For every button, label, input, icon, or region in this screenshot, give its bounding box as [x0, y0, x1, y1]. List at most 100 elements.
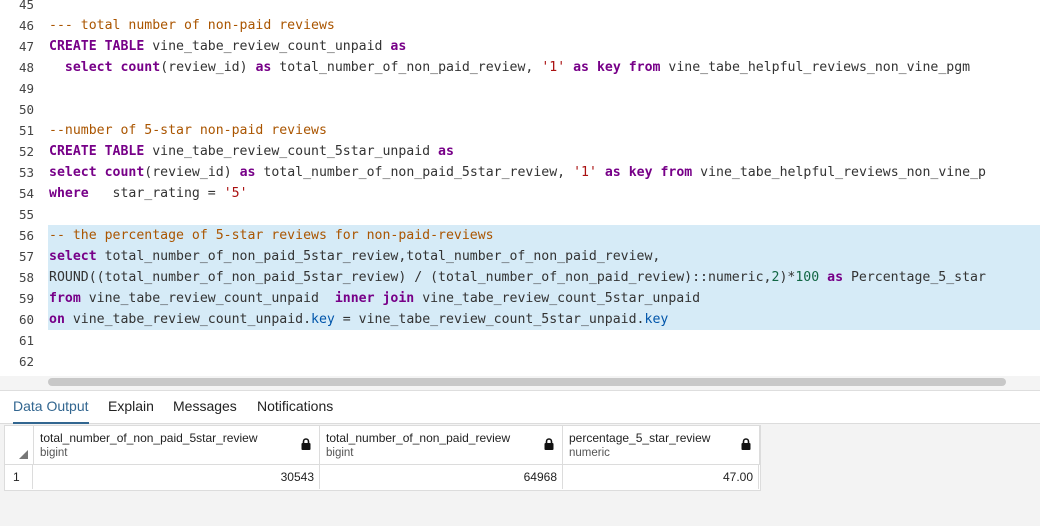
code-line[interactable]: 52 CREATE TABLE vine_tabe_review_count_5s… [0, 141, 1040, 162]
tab-messages[interactable]: Messages [173, 391, 237, 422]
grid-corner[interactable] [5, 426, 34, 465]
code-line[interactable]: 55 [0, 204, 1040, 225]
code-token: as [438, 144, 454, 159]
code-text[interactable] [48, 78, 1040, 99]
line-number: 51 [18, 123, 34, 138]
code-text[interactable]: select total_number_of_non_paid_5star_re… [48, 246, 1040, 267]
code-text[interactable]: -- the percentage of 5-star reviews for … [48, 225, 1040, 246]
code-line[interactable]: 56 -- the percentage of 5-star reviews fo… [0, 225, 1040, 246]
code-line[interactable]: 57 select total_number_of_non_paid_5star_… [0, 246, 1040, 267]
code-text[interactable] [48, 204, 1040, 225]
code-line[interactable]: 45 [0, 0, 1040, 15]
table-cell[interactable]: 47.00 [563, 465, 759, 489]
code-text[interactable]: from vine_tabe_review_count_unpaid inner… [48, 288, 1040, 309]
code-token: '5' [223, 186, 248, 201]
code-token: vine_tabe_review_count_unpaid [144, 39, 391, 54]
code-token: -- the percentage of 5-star reviews for … [49, 228, 494, 243]
code-text[interactable]: --- total number of non-paid reviews [48, 15, 1040, 36]
code-token: select [49, 249, 97, 264]
code-token: star_rating = [88, 186, 224, 201]
code-text[interactable] [48, 330, 1040, 351]
results-grid: total_number_of_non_paid_5star_review bi… [4, 425, 761, 491]
code-token: vine_tabe_helpful_reviews_non_vine_pgm [660, 60, 971, 75]
column-header-total-number-of-non-paid-review[interactable]: total_number_of_non_paid_review bigint [320, 426, 563, 465]
tab-notifications[interactable]: Notifications [257, 391, 333, 422]
line-number: 54 [18, 186, 34, 201]
code-text[interactable]: on vine_tabe_review_count_unpaid.key = v… [48, 309, 1040, 330]
code-line[interactable]: 58 ROUND((total_number_of_non_paid_5star_… [0, 267, 1040, 288]
code-text[interactable]: CREATE TABLE vine_tabe_review_count_unpa… [48, 36, 1040, 57]
code-line[interactable]: 54 where star_rating = '5' [0, 183, 1040, 204]
code-token: CREATE TABLE [49, 39, 145, 54]
lock-icon [301, 438, 311, 450]
code-token: (review_id) [160, 60, 256, 75]
code-line[interactable]: 60 on vine_tabe_review_count_unpaid.key =… [0, 309, 1040, 330]
sort-corner-icon [19, 450, 28, 459]
code-token: '1' [541, 60, 566, 75]
code-text[interactable] [48, 0, 1040, 15]
code-text[interactable]: --number of 5-star non-paid reviews [48, 120, 1040, 141]
code-token: total_number_of_non_paid_5star_review, [255, 165, 574, 180]
code-text[interactable]: ROUND((total_number_of_non_paid_5star_re… [48, 267, 1040, 288]
code-line[interactable]: 46 --- total number of non-paid reviews [0, 15, 1040, 36]
row-number[interactable]: 1 [5, 465, 33, 489]
code-token: key [596, 60, 621, 75]
code-token: count [104, 165, 145, 180]
column-name: total_number_of_non_paid_5star_review [40, 431, 258, 445]
line-number: 58 [18, 270, 34, 285]
tab-data-output[interactable]: Data Output [13, 391, 89, 424]
code-token: as [390, 39, 407, 54]
code-token: --- total number of non-paid reviews [49, 18, 335, 33]
line-number: 57 [18, 249, 34, 264]
column-header-percentage-5-star-review[interactable]: percentage_5_star_review numeric [563, 426, 760, 465]
code-token: --number of 5-star non-paid reviews [49, 123, 327, 138]
code-token: select [49, 165, 97, 180]
table-cell[interactable]: 64968 [320, 465, 563, 489]
line-number: 47 [18, 39, 34, 54]
line-number: 62 [18, 354, 34, 369]
code-token: on [49, 312, 65, 327]
code-text[interactable] [48, 351, 1040, 372]
column-type: bigint [40, 447, 68, 459]
code-token: )* [779, 270, 796, 285]
code-line[interactable]: 59 from vine_tabe_review_count_unpaid inn… [0, 288, 1040, 309]
horizontal-scrollbar-thumb[interactable] [48, 378, 1006, 386]
line-number: 46 [18, 18, 34, 33]
code-line[interactable]: 47 CREATE TABLE vine_tabe_review_count_un… [0, 36, 1040, 57]
code-token: Percentage_5_star [843, 270, 986, 285]
code-line[interactable]: 49 [0, 78, 1040, 99]
code-token: (review_id) [144, 165, 240, 180]
line-number: 48 [18, 60, 34, 75]
code-token: '1' [573, 165, 597, 180]
sql-editor[interactable]: 45 46 --- total number of non-paid reviews… [0, 0, 1040, 390]
code-token: from [660, 165, 693, 180]
code-line[interactable]: 62 [0, 351, 1040, 372]
code-text[interactable]: select count(review_id) as total_number_… [48, 162, 1040, 183]
lock-icon [741, 438, 751, 450]
code-token: vine_tabe_review_count_5star_unpaid [144, 144, 439, 159]
code-line[interactable]: 48 select count(review_id) as total_numb… [0, 57, 1040, 78]
tab-explain[interactable]: Explain [108, 391, 154, 422]
code-text[interactable]: select count(review_id) as total_number_… [48, 57, 1040, 78]
code-token: = vine_tabe_review_count_5star_unpaid. [334, 312, 645, 327]
code-text[interactable]: CREATE TABLE vine_tabe_review_count_5sta… [48, 141, 1040, 162]
code-token: vine_tabe_review_count_unpaid [80, 291, 335, 306]
code-line[interactable]: 53 select count(review_id) as total_numbe… [0, 162, 1040, 183]
code-text[interactable]: where star_rating = '5' [48, 183, 1040, 204]
code-token: as [827, 270, 844, 285]
code-text[interactable] [48, 99, 1040, 120]
results-tabs: Data Output Explain Messages Notificatio… [0, 391, 1040, 424]
table-cell[interactable]: 30543 [34, 465, 320, 489]
code-token: inner join [334, 291, 415, 306]
line-number: 45 [18, 0, 34, 12]
column-name: percentage_5_star_review [569, 431, 711, 445]
column-header-total-number-of-non-paid-5star-review[interactable]: total_number_of_non_paid_5star_review bi… [34, 426, 320, 465]
code-token: select [49, 60, 113, 75]
code-line[interactable]: 51 --number of 5-star non-paid reviews [0, 120, 1040, 141]
code-line[interactable]: 61 [0, 330, 1040, 351]
code-line[interactable]: 50 [0, 99, 1040, 120]
code-token: as [604, 165, 621, 180]
